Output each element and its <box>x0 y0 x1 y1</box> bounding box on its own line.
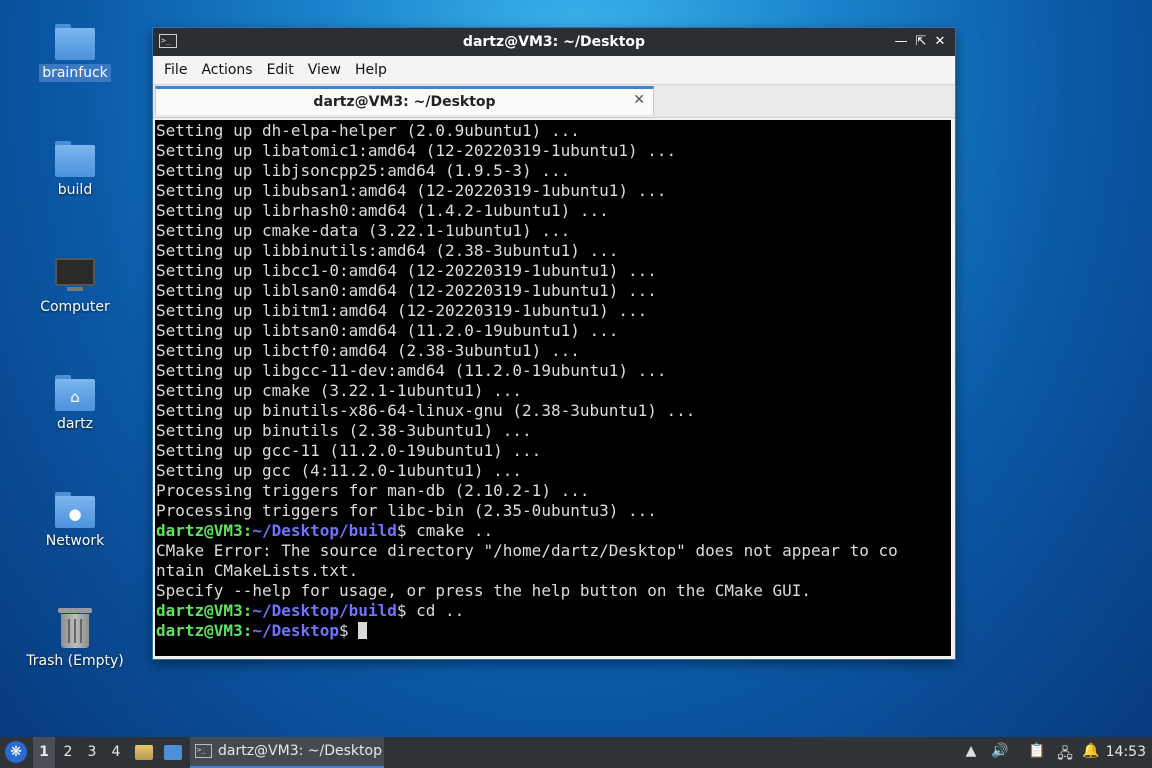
terminal-line: Setting up libitm1:amd64 (12-20220319-1u… <box>156 301 648 320</box>
notification-icon[interactable]: 🔔 <box>1081 743 1101 761</box>
start-menu-icon[interactable]: ❋ <box>5 741 27 763</box>
terminal-line: Setting up libctf0:amd64 (2.38-3ubuntu1)… <box>156 341 580 360</box>
prompt-command: cmake .. <box>416 521 494 540</box>
minimize-icon[interactable]: — <box>893 34 909 49</box>
maximize-icon[interactable]: ⇱ <box>913 34 929 49</box>
text-cursor <box>358 622 368 639</box>
desktop-icon-build[interactable]: build <box>20 141 130 199</box>
volume-icon[interactable]: 🔊 <box>990 743 1010 761</box>
prompt-line: dartz@VM3:~/Desktop/build$ cmake .. <box>156 521 951 541</box>
prompt-user: dartz@VM3 <box>156 601 243 620</box>
error-line: ntain CMakeLists.txt. <box>156 561 359 580</box>
trash-icon <box>58 608 92 648</box>
prompt-separator: : <box>242 601 253 620</box>
prompt-path: ~/Desktop/build <box>252 521 397 540</box>
tab-bar: dartz@VM3: ~/Desktop ✕ <box>153 85 955 118</box>
prompt-symbol: $ <box>396 601 417 620</box>
terminal-line: Setting up libatomic1:amd64 (12-20220319… <box>156 141 677 160</box>
folder-icon <box>55 24 95 60</box>
taskbar: ❋ 1 2 3 4 >_ dartz@VM3: ~/Desktop ▲ 🔊 📋 … <box>0 737 1152 768</box>
close-icon[interactable]: ✕ <box>932 34 948 49</box>
desktop-icon-brainfuck[interactable]: brainfuck <box>20 24 130 82</box>
terminal-line: Setting up libcc1-0:amd64 (12-20220319-1… <box>156 261 657 280</box>
window-title: dartz@VM3: ~/Desktop <box>462 34 646 50</box>
prompt-path: ~/Desktop <box>252 621 340 640</box>
workspace-3[interactable]: 3 <box>81 737 103 768</box>
error-line: Specify --help for usage, or press the h… <box>156 581 812 600</box>
workspace-4[interactable]: 4 <box>105 737 127 768</box>
desktop-icon-network[interactable]: ● Network <box>20 492 130 550</box>
prompt-user: dartz@VM3 <box>156 521 243 540</box>
network-folder-icon: ● <box>55 492 95 528</box>
prompt-user: dartz@VM3 <box>156 621 243 640</box>
desktop-icon-label: Trash (Empty) <box>26 653 124 669</box>
home-folder-icon: ⌂ <box>55 375 95 411</box>
desktop-icon-label: brainfuck <box>39 64 111 82</box>
terminal-icon: >_ <box>195 744 212 758</box>
terminal-line: Setting up libubsan1:amd64 (12-20220319-… <box>156 181 667 200</box>
folder-icon <box>55 141 95 177</box>
desktop-icon-home[interactable]: ⌂ dartz <box>20 375 130 433</box>
terminal-line: Setting up libjsoncpp25:amd64 (1.9.5-3) … <box>156 161 571 180</box>
window-titlebar[interactable]: >_ dartz@VM3: ~/Desktop — ⇱ ✕ <box>153 28 955 56</box>
terminal-line: Setting up liblsan0:amd64 (12-20220319-1… <box>156 281 657 300</box>
menubar: File Actions Edit View Help <box>153 56 955 85</box>
prompt-command: cd .. <box>416 601 465 620</box>
workspace-2[interactable]: 2 <box>57 737 79 768</box>
terminal-line: Setting up binutils-x86-64-linux-gnu (2.… <box>156 401 696 420</box>
taskbar-task-terminal[interactable]: >_ dartz@VM3: ~/Desktop <box>190 737 384 768</box>
prompt-line: dartz@VM3:~/Desktop/build$ cd .. <box>156 601 951 621</box>
terminal-window: >_ dartz@VM3: ~/Desktop — ⇱ ✕ File Actio… <box>153 28 955 659</box>
prompt-symbol: $ <box>339 621 359 640</box>
terminal-line: Setting up libgcc-11-dev:amd64 (11.2.0-1… <box>156 361 667 380</box>
computer-icon <box>55 258 95 294</box>
show-desktop-icon[interactable] <box>135 745 153 760</box>
terminal-line: Setting up cmake-data (3.22.1-1ubuntu1) … <box>156 221 571 240</box>
menu-actions[interactable]: Actions <box>194 62 259 78</box>
workspace-1[interactable]: 1 <box>33 737 55 768</box>
menu-file[interactable]: File <box>157 62 194 78</box>
desktop-icon-computer[interactable]: Computer <box>20 258 130 316</box>
clock[interactable]: 14:53 <box>1106 744 1146 760</box>
terminal-line: Setting up libtsan0:amd64 (11.2.0-19ubun… <box>156 321 619 340</box>
tab-label: dartz@VM3: ~/Desktop <box>313 94 496 110</box>
desktop-icon-label: dartz <box>56 416 94 432</box>
menu-view[interactable]: View <box>301 62 348 78</box>
terminal-line: Setting up dh-elpa-helper (2.0.9ubuntu1)… <box>156 121 580 140</box>
desktop-icon-trash[interactable]: Trash (Empty) <box>20 608 130 670</box>
menu-help[interactable]: Help <box>348 62 394 78</box>
prompt-separator: : <box>242 621 253 640</box>
terminal-line: Setting up gcc-11 (11.2.0-19ubuntu1) ... <box>156 441 542 460</box>
tray-up-arrow-icon[interactable]: ▲ <box>963 743 979 761</box>
error-line: CMake Error: The source directory "/home… <box>156 541 898 560</box>
menu-edit[interactable]: Edit <box>260 62 301 78</box>
prompt-path: ~/Desktop/build <box>252 601 397 620</box>
network-icon[interactable]: 🖧 <box>1055 743 1075 762</box>
terminal-line: Processing triggers for libc-bin (2.35-0… <box>156 501 657 520</box>
terminal-line: Setting up cmake (3.22.1-1ubuntu1) ... <box>156 381 523 400</box>
prompt-symbol: $ <box>396 521 417 540</box>
desktop-icon-label: Computer <box>40 299 110 315</box>
tab-close-icon[interactable]: ✕ <box>633 92 645 108</box>
file-manager-icon[interactable] <box>164 745 182 760</box>
task-label: dartz@VM3: ~/Desktop <box>218 743 382 759</box>
terminal-line: Setting up libbinutils:amd64 (2.38-3ubun… <box>156 241 619 260</box>
terminal-line: Setting up librhash0:amd64 (1.4.2-1ubunt… <box>156 201 609 220</box>
prompt-line-current[interactable]: dartz@VM3:~/Desktop$ <box>156 621 951 641</box>
terminal-output[interactable]: Setting up dh-elpa-helper (2.0.9ubuntu1)… <box>155 120 951 656</box>
prompt-separator: : <box>242 521 253 540</box>
desktop-icon-label: build <box>57 182 93 198</box>
terminal-line: Processing triggers for man-db (2.10.2-1… <box>156 481 590 500</box>
desktop-icon-label: Network <box>45 533 105 549</box>
terminal-line: Setting up gcc (4:11.2.0-1ubuntu1) ... <box>156 461 523 480</box>
clipboard-icon[interactable]: 📋 <box>1028 743 1046 761</box>
terminal-line: Setting up binutils (2.38-3ubuntu1) ... <box>156 421 532 440</box>
tab-terminal[interactable]: dartz@VM3: ~/Desktop ✕ <box>155 86 654 115</box>
